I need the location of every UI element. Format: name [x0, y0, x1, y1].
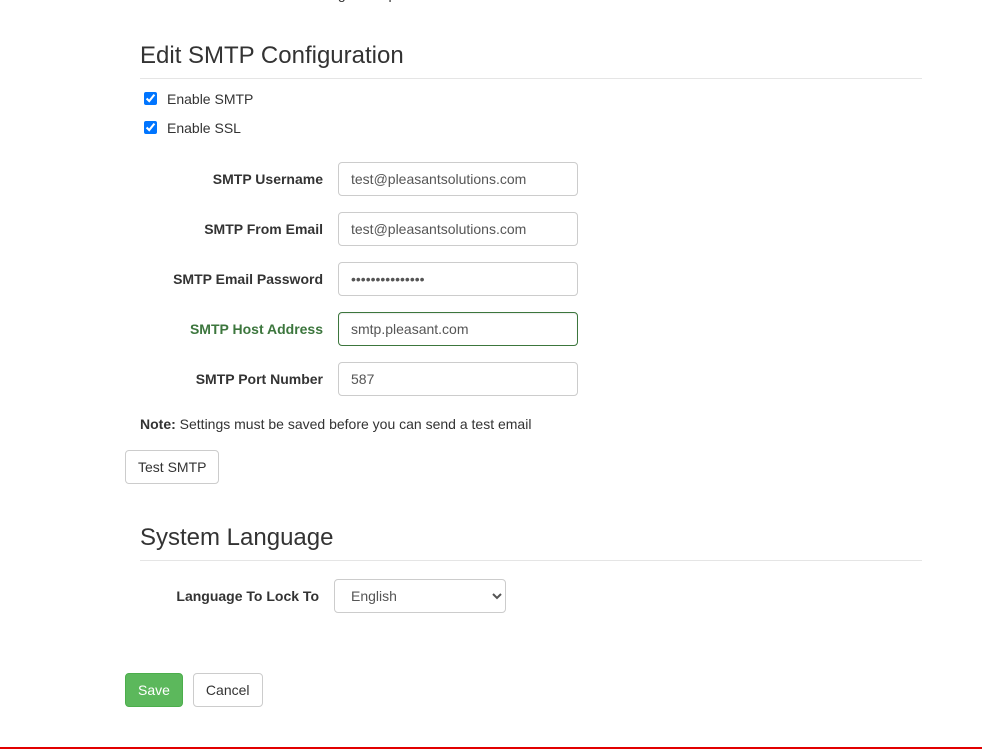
smtp-port-label: SMTP Port Number — [168, 371, 338, 387]
language-select[interactable]: English — [334, 579, 506, 613]
enable-smtp-checkbox[interactable] — [144, 92, 157, 105]
smtp-host-row: SMTP Host Address — [168, 312, 922, 346]
smtp-from-label: SMTP From Email — [168, 221, 338, 237]
language-lock-label: Language To Lock To — [164, 588, 334, 604]
smtp-note: Note: Settings must be saved before you … — [140, 416, 922, 432]
smtp-password-input[interactable] — [338, 262, 578, 296]
language-section-title: System Language — [140, 524, 922, 561]
smtp-username-row: SMTP Username — [168, 162, 922, 196]
note-label: Note: — [140, 416, 176, 432]
recommended-hint: Recommended max height: 100px — [190, 0, 922, 2]
smtp-from-input[interactable] — [338, 212, 578, 246]
smtp-password-label: SMTP Email Password — [168, 271, 338, 287]
test-smtp-button[interactable]: Test SMTP — [125, 450, 219, 484]
enable-smtp-label: Enable SMTP — [167, 91, 253, 107]
enable-ssl-row: Enable SSL — [140, 118, 922, 137]
smtp-section-title: Edit SMTP Configuration — [140, 42, 922, 79]
enable-ssl-checkbox[interactable] — [144, 121, 157, 134]
language-lock-row: Language To Lock To English — [140, 579, 922, 613]
smtp-port-input[interactable] — [338, 362, 578, 396]
smtp-port-row: SMTP Port Number — [168, 362, 922, 396]
smtp-host-input[interactable] — [338, 312, 578, 346]
save-button[interactable]: Save — [125, 673, 183, 707]
smtp-host-label: SMTP Host Address — [168, 321, 338, 337]
note-text: Settings must be saved before you can se… — [180, 416, 532, 432]
smtp-from-row: SMTP From Email — [168, 212, 922, 246]
smtp-username-label: SMTP Username — [168, 171, 338, 187]
enable-ssl-label: Enable SSL — [167, 120, 241, 136]
enable-smtp-row: Enable SMTP — [140, 89, 922, 108]
cancel-button[interactable]: Cancel — [193, 673, 263, 707]
smtp-username-input[interactable] — [338, 162, 578, 196]
smtp-password-row: SMTP Email Password — [168, 262, 922, 296]
